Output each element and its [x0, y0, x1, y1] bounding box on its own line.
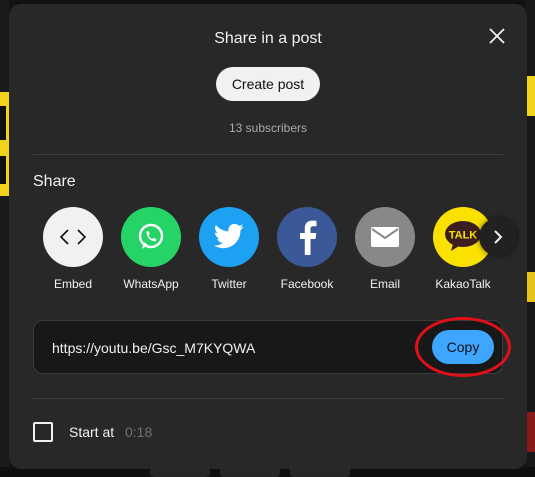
- embed-icon: [43, 207, 103, 267]
- email-icon: [355, 207, 415, 267]
- share-label-embed: Embed: [53, 277, 93, 291]
- share-label-whatsapp: WhatsApp: [123, 277, 179, 291]
- dialog-title: Share in a post: [214, 30, 322, 47]
- background-thumbnail-right: [526, 76, 535, 116]
- start-at-checkbox[interactable]: [33, 422, 53, 442]
- divider: [33, 398, 503, 399]
- close-button[interactable]: [487, 26, 507, 46]
- share-embed[interactable]: Embed: [38, 207, 108, 291]
- background-page-right: [526, 0, 535, 477]
- share-heading: Share: [33, 173, 76, 190]
- background-thumbnail-right-2: [526, 272, 535, 302]
- start-at-label: Start at: [69, 424, 115, 440]
- next-share-targets-button[interactable]: [479, 218, 517, 256]
- background-thumbnail-right-3: [526, 412, 535, 452]
- share-facebook[interactable]: Facebook: [272, 207, 342, 291]
- divider: [33, 154, 503, 155]
- share-whatsapp[interactable]: WhatsApp: [116, 207, 186, 291]
- close-icon: [489, 28, 505, 44]
- share-url[interactable]: https://youtu.be/Gsc_M7KYQWA: [52, 340, 255, 356]
- whatsapp-icon: [121, 207, 181, 267]
- share-email[interactable]: Email: [350, 207, 420, 291]
- chevron-right-icon: [494, 230, 503, 244]
- twitter-icon: [199, 207, 259, 267]
- share-label-facebook: Facebook: [280, 277, 334, 291]
- share-targets: Embed WhatsApp Twitter Facebook Email TA…: [38, 207, 498, 302]
- background-page-left: [0, 0, 9, 477]
- share-twitter[interactable]: Twitter: [194, 207, 264, 291]
- share-label-kakaotalk: KakaoTalk: [435, 277, 491, 291]
- share-label-email: Email: [369, 277, 400, 291]
- share-dialog: Share in a post Create post 13 subscribe…: [9, 4, 527, 469]
- create-post-button[interactable]: Create post: [216, 67, 320, 101]
- subscriber-count: 13 subscribers: [228, 121, 308, 135]
- facebook-icon: [277, 207, 337, 267]
- highlight-annotation: [415, 317, 511, 377]
- background-thumbnail-left: [0, 92, 9, 196]
- screen: Share in a post Create post 13 subscribe…: [0, 0, 535, 477]
- share-label-twitter: Twitter: [211, 277, 247, 291]
- start-at-time[interactable]: 0:18: [125, 424, 152, 440]
- svg-text:TALK: TALK: [449, 230, 478, 242]
